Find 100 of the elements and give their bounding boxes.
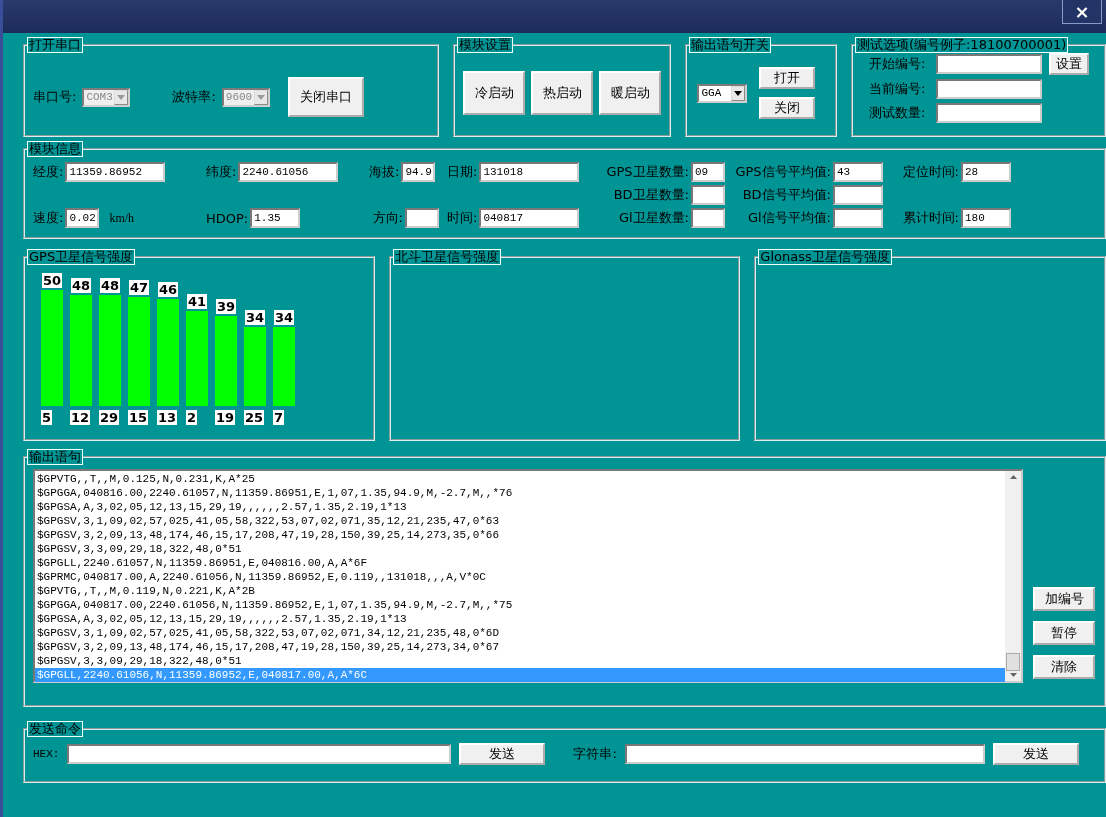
sentence-line[interactable]: $GPGSV,3,2,09,13,48,174,46,15,17,208,47,19,28,150,39,25,14,273,34,0*67	[35, 640, 1005, 654]
info-label: Gl卫星数量:	[618, 209, 689, 227]
value-label: 48	[99, 277, 121, 293]
scroll-down-icon[interactable]	[1009, 673, 1017, 677]
info-field	[691, 208, 725, 228]
info-field: 2240.61056	[238, 162, 339, 182]
info-field: 28	[961, 162, 1011, 182]
number-field[interactable]	[935, 103, 1042, 123]
info-field	[691, 185, 725, 205]
close-port-button[interactable]: 关闭串口	[287, 77, 364, 117]
value-label: 34	[273, 310, 295, 326]
action-button[interactable]: 加编号	[1033, 587, 1095, 611]
send-string-button[interactable]: 发送	[992, 743, 1079, 765]
sentence-line[interactable]: $GPRMC,040817.00,A,2240.61056,N,11359.86952,E,0.119,,131018,,,A,V*0C	[35, 570, 1005, 584]
value-label: 50	[41, 273, 63, 288]
dropdown-arrow-icon	[117, 94, 126, 100]
info-label: BD卫星数量:	[613, 186, 689, 204]
info-field: 180	[961, 208, 1011, 228]
sentence-line[interactable]: $GPGGA,040816.00,2240.61057,N,11359.86951,E,1,07,1.35,94.9,M,-2.7,M,,*76	[35, 486, 1005, 500]
start-button[interactable]: 热启动	[531, 71, 594, 115]
info-label: 累计时间:	[902, 209, 959, 227]
value-label: 46	[157, 282, 179, 298]
hex-label: HEX:	[33, 748, 60, 760]
action-button[interactable]: 暂停	[1033, 621, 1095, 645]
field-label: 测试数量:	[868, 104, 926, 122]
info-field: 1.35	[250, 208, 301, 228]
value-label: 47	[128, 279, 150, 295]
satellite-label: 13	[157, 410, 178, 425]
info-field: 131018	[479, 162, 580, 182]
field-label: 当前编号:	[868, 80, 926, 98]
group-title: 北斗卫星信号强度	[392, 249, 501, 265]
info-label: BD信号平均值:	[742, 186, 831, 204]
dropdown-arrow-icon	[256, 94, 265, 100]
sentence-line[interactable]: $GPVTG,,T,,M,0.119,N,0.221,K,A*2B	[35, 584, 1005, 598]
info-label: 定位时间:	[902, 163, 959, 181]
group-title: 模块信息	[27, 141, 83, 157]
info-field: 040817	[479, 208, 580, 228]
info-field	[833, 185, 883, 205]
sentence-dropdown[interactable]: GGA	[697, 83, 748, 103]
value-label: 48	[70, 277, 92, 293]
sentence-line[interactable]: $GPGSA,A,3,02,05,12,13,15,29,19,,,,,,2.57,1.35,2.19,1*13	[35, 500, 1005, 514]
value-label: 34	[244, 310, 266, 326]
group-title: 发送命令	[27, 721, 83, 737]
info-label: HDOP:	[206, 210, 249, 226]
sentence-line[interactable]: $GPGGA,040817.00,2240.61056,N,11359.86952,E,1,07,1.35,94.9,M,-2.7,M,,*75	[35, 598, 1005, 612]
satellite-label: 25	[244, 410, 265, 425]
number-field[interactable]	[935, 54, 1042, 74]
sentence-line[interactable]: $GPGSV,3,3,09,29,18,322,48,0*51	[35, 542, 1005, 556]
sentence-line[interactable]: $GPGSV,3,1,09,02,57,025,41,05,58,322,53,07,02,071,34,12,21,235,48,0*6D	[35, 626, 1005, 640]
info-label: 速度:	[33, 209, 64, 227]
info-label: GPS信号平均值:	[735, 163, 831, 181]
hex-input[interactable]	[67, 744, 452, 764]
baud-label: 波特率:	[172, 88, 216, 106]
info-field: 09	[691, 162, 725, 182]
group-title: GPS卫星信号强度	[27, 249, 136, 265]
start-button[interactable]: 冷启动	[463, 71, 526, 115]
scroll-thumb[interactable]	[1006, 653, 1020, 671]
info-label: 日期:	[447, 163, 478, 181]
unit-label: km/h	[109, 210, 135, 226]
info-field: 43	[833, 162, 883, 182]
field-label: 开始编号:	[868, 55, 926, 73]
group-title: 输出语句	[27, 449, 83, 465]
satellite-label: 19	[215, 410, 236, 425]
set-button[interactable]: 设置	[1048, 53, 1089, 75]
scrollbar[interactable]	[1005, 471, 1021, 681]
sentence-line[interactable]: $GPGLL,2240.61057,N,11359.86951,E,040816.00,A,A*6F	[35, 556, 1005, 570]
value-label: 41	[186, 293, 208, 309]
number-field[interactable]	[935, 79, 1042, 99]
send-hex-button[interactable]: 发送	[459, 743, 546, 765]
info-label: 经度:	[33, 163, 64, 181]
close-button[interactable]: ×	[1062, 0, 1102, 24]
info-label: GPS卫星数量:	[606, 163, 689, 181]
start-button[interactable]: 暖启动	[599, 71, 662, 115]
info-label: 纬度:	[206, 163, 237, 181]
action-button[interactable]: 清除	[1033, 655, 1095, 679]
satellite-label: 15	[128, 410, 149, 425]
dropdown-arrow-icon	[734, 90, 743, 96]
info-label: Gl信号平均值:	[747, 209, 831, 227]
toggle-button[interactable]: 打开	[759, 67, 816, 89]
info-field	[405, 208, 439, 228]
scroll-up-icon[interactable]	[1009, 475, 1017, 479]
sentence-line[interactable]: $GPVTG,,T,,M,0.125,N,0.231,K,A*25	[35, 472, 1005, 486]
info-label: 方向:	[372, 209, 403, 227]
info-field: 0.02	[65, 208, 100, 228]
info-field: 94.9	[401, 162, 436, 182]
port-label: 串口号:	[33, 88, 77, 106]
sentence-line[interactable]: $GPGSV,3,2,09,13,48,174,46,15,17,208,47,19,28,150,39,25,14,273,35,0*66	[35, 528, 1005, 542]
info-label: 时间:	[447, 209, 478, 227]
info-field	[833, 208, 883, 228]
group-title: 输出语句开关	[689, 37, 772, 53]
satellite-label: 29	[99, 410, 120, 425]
satellite-label: 7	[273, 410, 285, 425]
satellite-label: 5	[41, 410, 53, 425]
toggle-button[interactable]: 关闭	[759, 97, 816, 119]
sentence-line[interactable]: $GPGSA,A,3,02,05,12,13,15,29,19,,,,,,2.57,1.35,2.19,1*13	[35, 612, 1005, 626]
sentence-line[interactable]: $GPGSV,3,1,09,02,57,025,41,05,58,322,53,07,02,071,35,12,21,235,47,0*63	[35, 514, 1005, 528]
info-field: 11359.86952	[65, 162, 166, 182]
string-input[interactable]	[624, 744, 985, 764]
sentence-line[interactable]: $GPGSV,3,3,09,29,18,322,48,0*51	[35, 654, 1005, 668]
group-title: 打开串口	[27, 37, 83, 53]
